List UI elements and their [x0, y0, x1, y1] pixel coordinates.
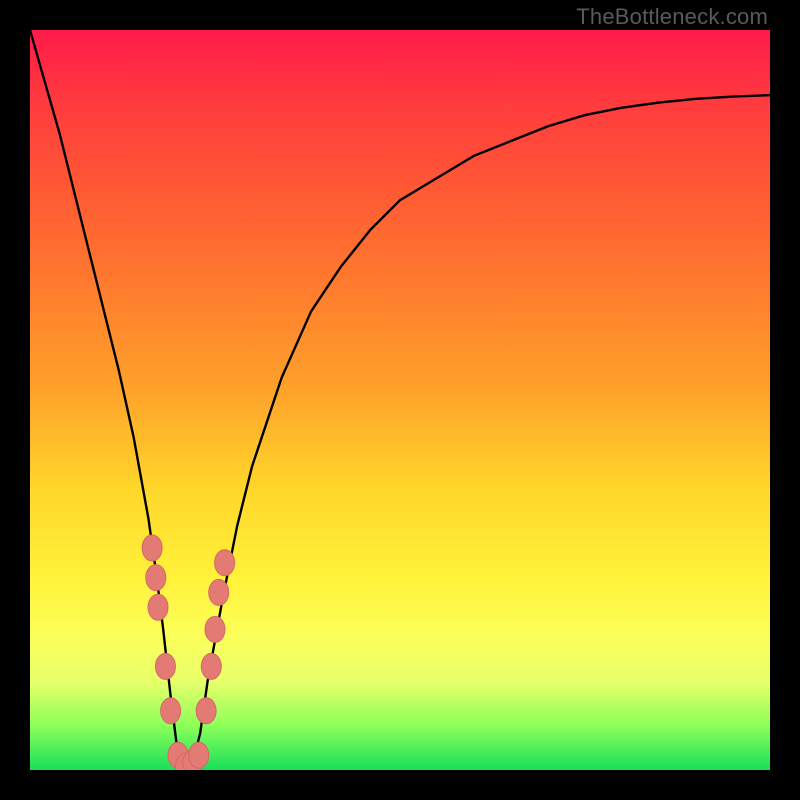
- curve-marker: [155, 653, 175, 679]
- curve-marker: [189, 742, 209, 768]
- curve-marker: [142, 535, 162, 561]
- curve-marker: [201, 653, 221, 679]
- chart-frame: TheBottleneck.com: [0, 0, 800, 800]
- plot-area: [30, 30, 770, 770]
- curve-marker: [215, 550, 235, 576]
- curve-marker: [161, 698, 181, 724]
- bottleneck-curve: [30, 30, 770, 770]
- curve-marker: [148, 594, 168, 620]
- watermark-text: TheBottleneck.com: [576, 4, 768, 30]
- curve-marker: [196, 698, 216, 724]
- curve-markers: [142, 535, 235, 770]
- curve-line: [30, 30, 770, 770]
- curve-marker: [146, 565, 166, 591]
- curve-marker: [209, 579, 229, 605]
- curve-marker: [205, 616, 225, 642]
